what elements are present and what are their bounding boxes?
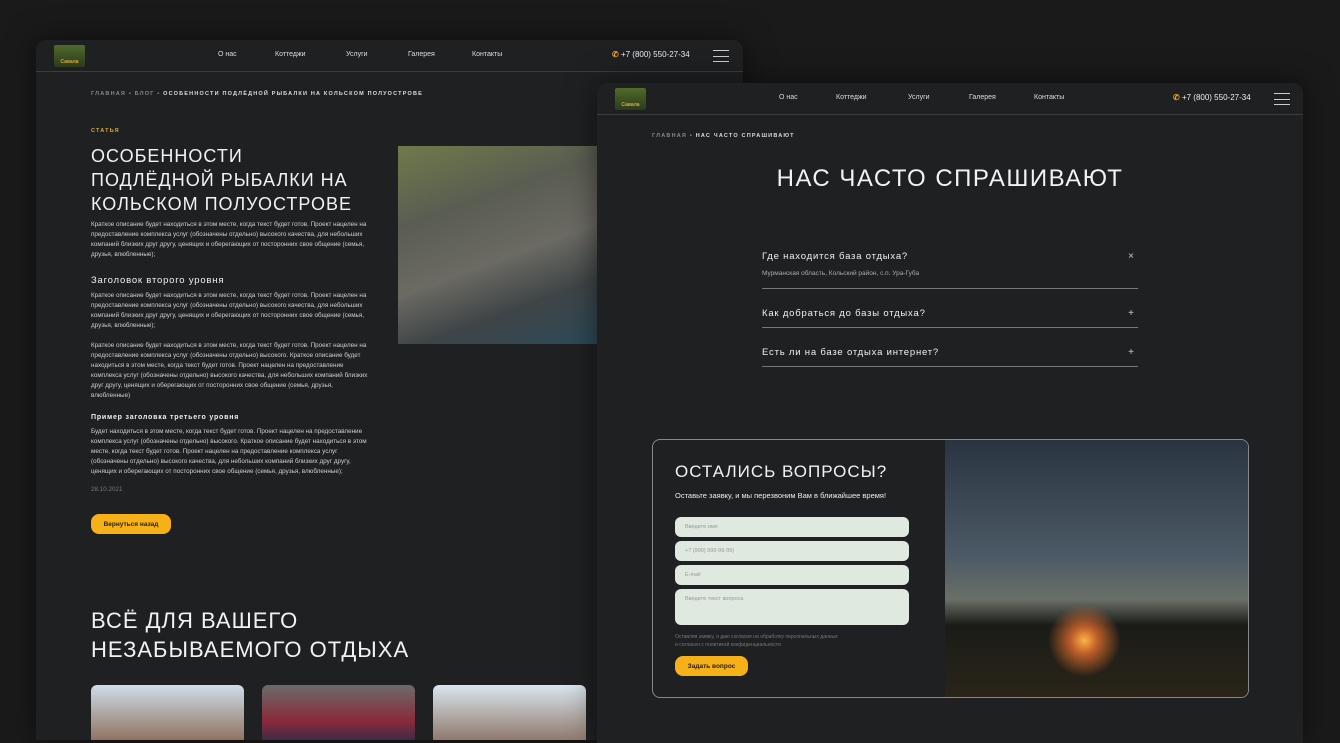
breadcrumb: Главная • Блог • Особенности подлёдной р… xyxy=(91,91,424,97)
menu-icon[interactable] xyxy=(1274,93,1290,105)
logo[interactable]: Савала xyxy=(54,45,85,67)
article-image xyxy=(398,146,608,344)
crumb-current: Нас часто спрашивают xyxy=(695,133,795,139)
nav-contacts[interactable]: Контакты xyxy=(472,51,502,58)
nav-contacts[interactable]: Контакты xyxy=(1034,94,1064,101)
phone-icon: ✆ xyxy=(612,50,619,59)
nav-about[interactable]: О нас xyxy=(779,94,798,101)
nav-gallery[interactable]: Галерея xyxy=(969,94,996,101)
faq-question[interactable]: Есть ли на базе отдыха интернет? xyxy=(762,347,1138,358)
header: Савала О нас Коттеджи Услуги Галерея Кон… xyxy=(597,83,1303,115)
heading-level-3: Пример заголовка третьего уровня xyxy=(91,414,240,421)
article-intro: Краткое описание будет находиться в этом… xyxy=(91,221,367,258)
form-title: ОСТАЛИСЬ ВОПРОСЫ? xyxy=(675,462,888,481)
nav-cottages[interactable]: Коттеджи xyxy=(275,51,306,58)
breadcrumb: Главная • Нас часто спрашивают xyxy=(652,133,795,139)
page-title: НАС ЧАСТО СПРАШИВАЮТ xyxy=(776,165,1124,192)
section-title: ВСЁ ДЛЯ ВАШЕГО НЕЗАБЫВАЕМОГО ОТДЫХА xyxy=(91,608,410,662)
card-berries[interactable] xyxy=(262,685,415,740)
paragraph-4: Будет находиться в этом месте, когда тек… xyxy=(91,428,367,475)
phone-icon: ✆ xyxy=(1173,93,1180,102)
faq-item[interactable]: Где находится база отдыха? × Мурманская … xyxy=(762,251,1138,289)
phone-number: +7 (800) 550-27-34 xyxy=(1181,93,1251,102)
card-cottage-2[interactable] xyxy=(433,685,586,740)
article-tag: СТАТЬЯ xyxy=(91,128,120,134)
heading-level-2: Заголовок второго уровня xyxy=(91,275,225,286)
plus-icon[interactable]: + xyxy=(1128,308,1134,319)
faq-item[interactable]: Есть ли на базе отдыха интернет? + xyxy=(762,347,1138,367)
plus-icon[interactable]: + xyxy=(1128,347,1134,358)
crumb-blog[interactable]: Блог xyxy=(135,91,155,97)
faq-answer: Мурманская область, Кольский район, с.п.… xyxy=(762,270,920,277)
name-input[interactable]: Введите имя xyxy=(675,517,909,537)
card-cottage-1[interactable] xyxy=(91,685,244,740)
nav-services[interactable]: Услуги xyxy=(908,94,930,101)
crumb-home[interactable]: Главная xyxy=(91,91,126,97)
article-date: 28.10.2021 xyxy=(91,486,123,493)
paragraph-3: Краткое описание будет находиться в этом… xyxy=(91,342,368,399)
crumb-current: Особенности подлёдной рыбалки на Кольско… xyxy=(163,91,424,97)
article-title: ОСОБЕННОСТИ ПОДЛЁДНОЙ РЫБАЛКИ НА КОЛЬСКО… xyxy=(91,146,352,214)
phone-number: +7 (800) 550-27-34 xyxy=(620,50,690,59)
nav-about[interactable]: О нас xyxy=(218,51,237,58)
menu-icon[interactable] xyxy=(713,50,729,62)
faq-question[interactable]: Как добраться до базы отдыха? xyxy=(762,308,1138,319)
contact-form-box: ОСТАЛИСЬ ВОПРОСЫ? Оставьте заявку, и мы … xyxy=(652,439,1249,698)
faq-page-window: Савала О нас Коттеджи Услуги Галерея Кон… xyxy=(597,83,1303,743)
phone-link[interactable]: ✆ +7 (800) 550-27-34 xyxy=(1173,93,1251,102)
nav-gallery[interactable]: Галерея xyxy=(408,51,435,58)
close-icon[interactable]: × xyxy=(1128,251,1134,262)
question-textarea[interactable]: Введите текст вопроса xyxy=(675,589,909,625)
crumb-home[interactable]: Главная xyxy=(652,133,687,139)
logo[interactable]: Савала xyxy=(615,88,646,110)
email-input[interactable]: E-mail xyxy=(675,565,909,585)
header: Савала О нас Коттеджи Услуги Галерея Кон… xyxy=(36,40,743,72)
submit-button[interactable]: Задать вопрос xyxy=(675,656,748,676)
faq-item[interactable]: Как добраться до базы отдыха? + xyxy=(762,308,1138,328)
phone-link[interactable]: ✆ +7 (800) 550-27-34 xyxy=(612,50,690,59)
nav-cottages[interactable]: Коттеджи xyxy=(836,94,867,101)
faq-question[interactable]: Где находится база отдыха? xyxy=(762,251,1138,262)
campfire-image xyxy=(945,440,1248,697)
paragraph-2: Краткое описание будет находиться в этом… xyxy=(91,292,367,329)
nav-services[interactable]: Услуги xyxy=(346,51,368,58)
form-subtitle: Оставьте заявку, и мы перезвоним Вам в б… xyxy=(675,491,887,500)
back-button[interactable]: Вернуться назад xyxy=(91,514,171,534)
consent-text: Оставляя заявку, я даю согласие на обраб… xyxy=(675,634,838,648)
phone-input[interactable]: +7 (999) 999-99-99) xyxy=(675,541,909,561)
